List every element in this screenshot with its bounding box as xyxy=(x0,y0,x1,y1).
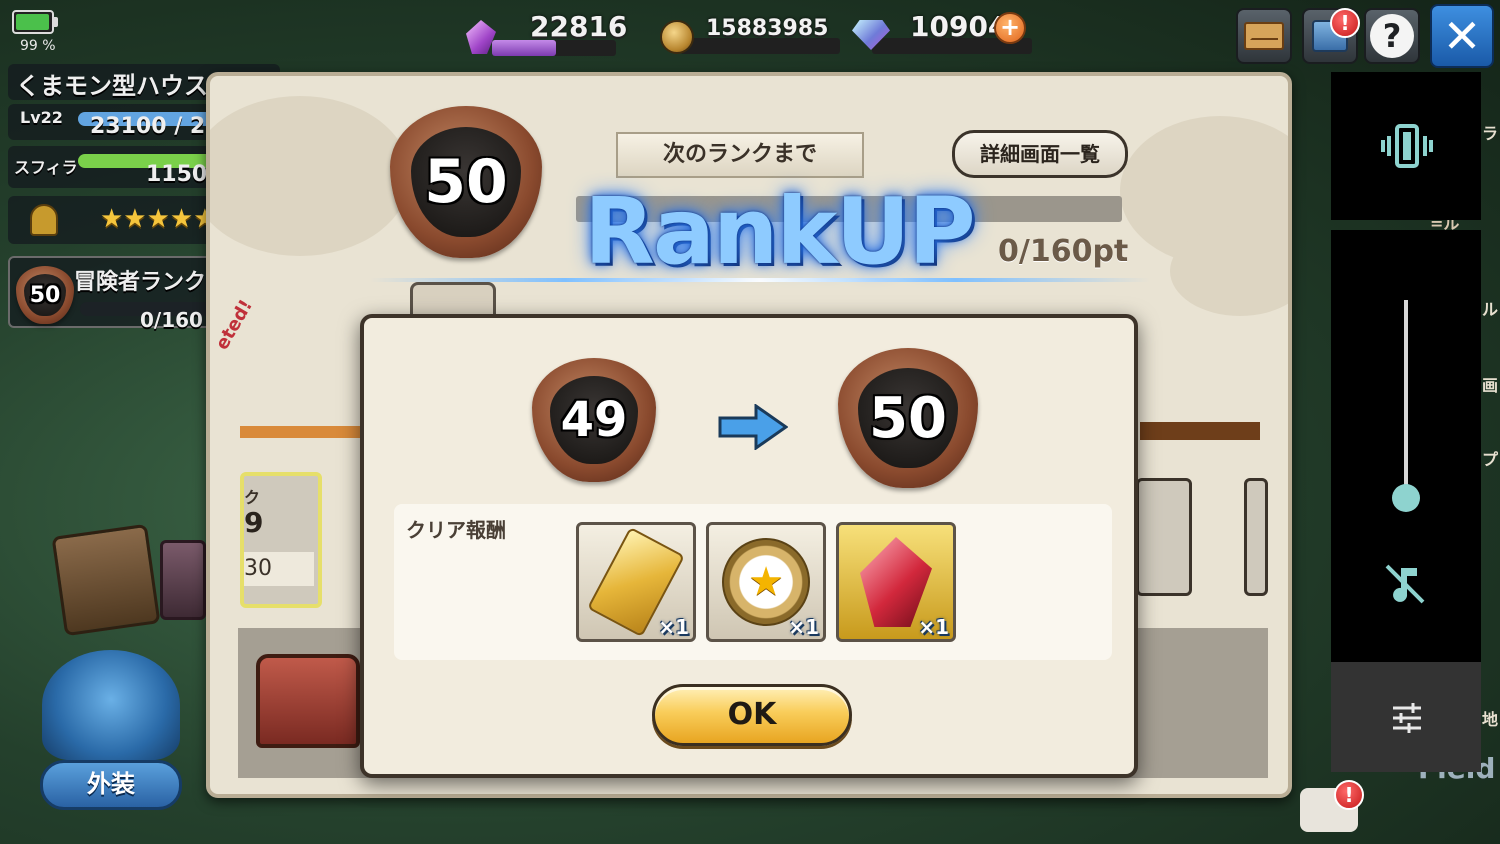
side-fragment: ル xyxy=(1482,300,1499,319)
coin-icon xyxy=(660,20,694,54)
medal-icon: ★ xyxy=(722,538,810,626)
ruby-icon xyxy=(860,537,932,627)
volume-slider-panel xyxy=(1331,230,1481,662)
cage-icon xyxy=(30,204,58,236)
volume-settings-panel[interactable] xyxy=(1331,662,1481,772)
battery-percent: 99 % xyxy=(20,38,56,54)
ok-button[interactable]: OK xyxy=(652,684,852,746)
clear-reward-area: クリア報酬 ×1 ★ ×1 ×1 xyxy=(394,504,1112,660)
rankup-title: RankUP xyxy=(584,178,976,285)
side-fragment: 地 xyxy=(1482,710,1499,729)
volume-slider-knob[interactable] xyxy=(1392,484,1420,512)
reward-item-ruby[interactable]: ×1 xyxy=(836,522,956,642)
close-icon: ✕ xyxy=(1442,9,1482,63)
outfit-icon[interactable] xyxy=(42,650,180,760)
side-fragment: ラ xyxy=(1482,124,1499,143)
help-button[interactable]: ? xyxy=(1364,8,1420,64)
level-label: Lv22 xyxy=(20,108,63,127)
side-fragment: 画 xyxy=(1482,376,1499,395)
coin-value: 15883985 xyxy=(706,16,829,41)
next-rank-banner: 次のランクまで xyxy=(616,132,864,178)
treasure-chest-icon[interactable] xyxy=(256,654,360,748)
outfit-button[interactable]: 外装 xyxy=(40,760,182,810)
timeline-right xyxy=(1140,422,1260,440)
adventurer-rank-label: 冒険者ランク xyxy=(74,270,207,295)
reward-card-far-right[interactable] xyxy=(1244,478,1268,596)
reward-item-ticket[interactable]: ×1 xyxy=(576,522,696,642)
close-button[interactable]: ✕ xyxy=(1430,4,1494,68)
side-fragment: プ xyxy=(1482,450,1499,469)
star-rating: ★★★★★ xyxy=(100,204,217,234)
book-icon[interactable] xyxy=(51,523,161,637)
settings-sliders-icon xyxy=(1393,703,1421,733)
rankup-dialog: 49 50 クリア報酬 ×1 ★ ×1 ×1 OK xyxy=(360,314,1138,778)
mail-button[interactable] xyxy=(1236,8,1292,64)
chat-alert-badge: ! xyxy=(1334,780,1364,810)
reward-card-left[interactable]: ク 9 30 xyxy=(240,472,322,608)
to-rank-num: 50 xyxy=(858,368,958,468)
crystal-value: 22816 xyxy=(530,10,628,43)
adventurer-rank-pts: 0/160 xyxy=(140,308,203,332)
music-off-icon[interactable] xyxy=(1381,560,1429,608)
reward-card-right[interactable] xyxy=(1136,478,1192,596)
sphere-value: 1150 xyxy=(146,162,208,187)
adventurer-rank-badge: 50 xyxy=(16,266,74,324)
battery-tip xyxy=(54,17,58,27)
sphere-label: スフィラ xyxy=(14,158,78,177)
reward-item-medal[interactable]: ★ ×1 xyxy=(706,522,826,642)
adventurer-rank-num: 50 xyxy=(24,274,66,316)
card-icon[interactable] xyxy=(160,540,206,620)
battery-icon xyxy=(12,10,54,34)
house-name: くまモン型ハウス xyxy=(16,72,208,100)
from-rank-num: 49 xyxy=(550,376,638,464)
reward-qty: ×1 xyxy=(788,615,819,639)
completed-stamp: eted! xyxy=(211,296,257,354)
current-rank-num: 50 xyxy=(411,127,521,237)
alert-badge: ! xyxy=(1330,8,1360,38)
arrow-right-icon xyxy=(718,404,788,450)
volume-slider-track[interactable] xyxy=(1404,300,1408,498)
to-rank-badge: 50 xyxy=(838,348,978,488)
clear-reward-label: クリア報酬 xyxy=(406,518,506,542)
reward-qty: ×1 xyxy=(918,615,949,639)
add-gem-button[interactable]: + xyxy=(994,12,1026,44)
volume-ringer-panel[interactable] xyxy=(1331,72,1481,220)
help-icon: ? xyxy=(1370,14,1414,58)
vibrate-icon xyxy=(1381,124,1433,168)
exp-value: 23100 / 24 xyxy=(90,114,221,139)
gem-value: 10904 xyxy=(910,10,1008,43)
detail-list-button[interactable]: 詳細画面一覧 xyxy=(952,130,1128,178)
from-rank-badge: 49 xyxy=(532,358,656,482)
mail-icon xyxy=(1244,22,1284,50)
current-rank-badge: 50 xyxy=(390,106,542,258)
rank-points: 0/160pt xyxy=(998,234,1129,269)
timeline-left xyxy=(240,426,370,438)
reward-qty: ×1 xyxy=(658,615,689,639)
